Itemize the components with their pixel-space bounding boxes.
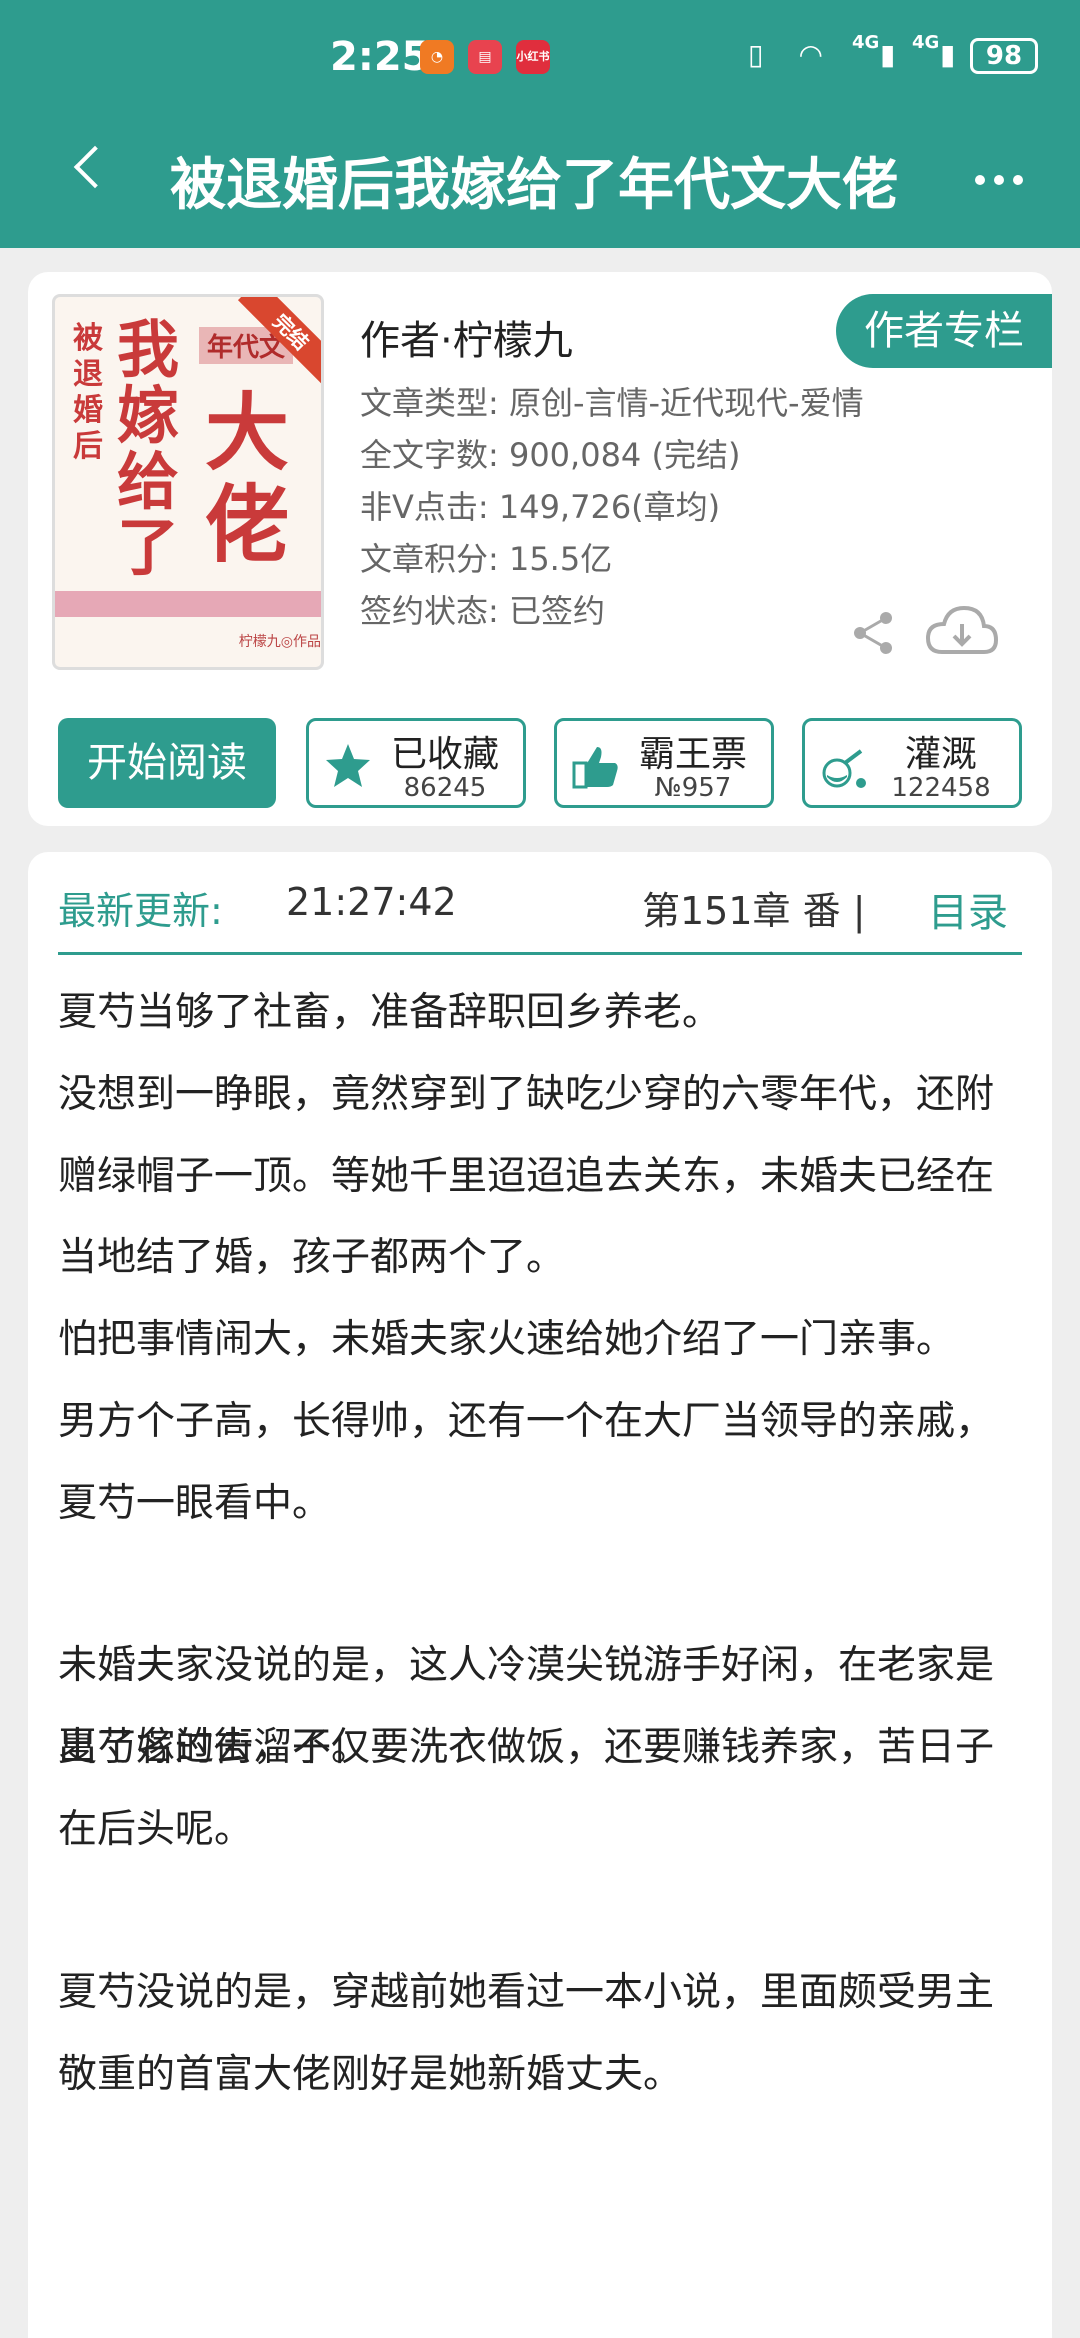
synopsis-paragraph: 怕把事情闹大，未婚夫家火速给她介绍了一门亲事。: [58, 1317, 956, 1362]
share-icon[interactable]: [848, 608, 898, 658]
app-header: 2:25 ◔ ▤ 小红书 ▯ ◠ 4G ▮ 4G ▮ 98 被退婚后我嫁给了年代…: [0, 0, 1080, 248]
irrigate-count: 122458: [891, 773, 991, 803]
cover-big-title: 我嫁给了: [117, 313, 180, 584]
book-notification-icon: ▤: [468, 40, 502, 74]
vote-ticket-button[interactable]: 霸王票 №957: [554, 718, 774, 808]
irrigate-label: 灌溉: [904, 734, 977, 775]
latest-update-label: 最新更新:: [58, 889, 223, 933]
cover-vertical-title: 被退婚后: [73, 321, 103, 464]
battery-icon: 98: [970, 38, 1038, 74]
latest-update-time: 21:27:42: [286, 880, 457, 924]
irrigate-button[interactable]: 灌溉 122458: [802, 718, 1022, 808]
wifi-icon: ◠: [800, 38, 822, 71]
cover-decor-band: [55, 591, 321, 617]
meta-genre: 文章类型: 原创-言情-近代现代-爱情: [360, 384, 864, 422]
vibrate-icon: ▯: [748, 38, 764, 71]
signal-icon-2: 4G: [912, 32, 940, 53]
synopsis-paragraph: 夏芍当够了社畜，准备辞职回乡养老。: [58, 990, 722, 1035]
app-notification-icon: ◔: [420, 40, 454, 74]
cover-big-title-2: 大佬: [205, 383, 290, 574]
flask-icon: [822, 749, 866, 788]
download-cloud-icon[interactable]: [924, 602, 1000, 662]
synopsis-paragraph: 夏芍没说的是，穿越前她看过一本小说，里面颇受男主敬重的首富大佬刚好是她新婚丈夫。: [58, 1970, 995, 2097]
book-cover[interactable]: 被退婚后 我嫁给了 年代文 大佬 完结 柠檬九◎作品: [52, 294, 324, 670]
divider: [58, 952, 1022, 955]
synopsis-paragraph: 夏芍嫁过去，不仅要洗衣做饭，还要赚钱养家，苦日子在后头呢。: [58, 1725, 995, 1852]
status-bar: 2:25 ◔ ▤ 小红书 ▯ ◠ 4G ▮ 4G ▮ 98: [0, 0, 1080, 118]
book-info-card: 被退婚后 我嫁给了 年代文 大佬 完结 柠檬九◎作品 作者·柠檬九 作者专栏 文…: [28, 272, 1052, 826]
star-icon: [326, 744, 370, 787]
back-chevron-left-icon[interactable]: [73, 145, 117, 189]
author-name[interactable]: 作者·柠檬九: [360, 308, 573, 366]
cover-footer-author: 柠檬九◎作品: [238, 634, 321, 650]
synopsis-paragraph: 没想到一睁眼，竟然穿到了缺吃少穿的六零年代，还附赠绿帽子一顶。等她千里迢迢追去关…: [58, 1072, 995, 1280]
collect-button[interactable]: 已收藏 86245: [306, 718, 526, 808]
meta-clicks: 非Ⅴ点击: 149,726(章均): [360, 488, 721, 526]
synopsis-card: 最新更新: 21:27:42 第151章 番 | 目录 夏芍当够了社畜，准备辞职…: [28, 852, 1052, 2338]
more-dots-icon[interactable]: [975, 170, 1032, 189]
signal-icon-1: 4G: [852, 32, 880, 53]
meta-word-count: 全文字数: 900,084 (完结): [360, 436, 741, 474]
start-reading-button[interactable]: 开始阅读: [58, 718, 276, 808]
collect-label: 已收藏: [390, 734, 499, 775]
signal-bars-icon-2: ▮: [940, 38, 956, 71]
vote-label: 霸王票: [638, 734, 747, 775]
xiaohongshu-notification-icon: 小红书: [516, 40, 550, 74]
latest-chapter-link[interactable]: 第151章 番 |: [642, 880, 902, 935]
status-time: 2:25: [330, 34, 430, 80]
vote-count: №957: [654, 773, 732, 803]
book-title: 被退婚后我嫁给了年代文大佬: [170, 153, 898, 218]
meta-sign-status: 签约状态: 已签约: [360, 592, 605, 630]
meta-score: 文章积分: 15.5亿: [360, 540, 613, 578]
table-of-contents-link[interactable]: 目录: [928, 880, 1008, 938]
signal-bars-icon-1: ▮: [880, 38, 896, 71]
collect-count: 86245: [403, 773, 487, 803]
thumbs-up-icon: [572, 747, 618, 789]
author-column-button[interactable]: 作者专栏: [836, 294, 1052, 368]
synopsis-paragraph: 男方个子高，长得帅，还有一个在大厂当领导的亲戚，夏芍一眼看中。: [58, 1399, 995, 1526]
